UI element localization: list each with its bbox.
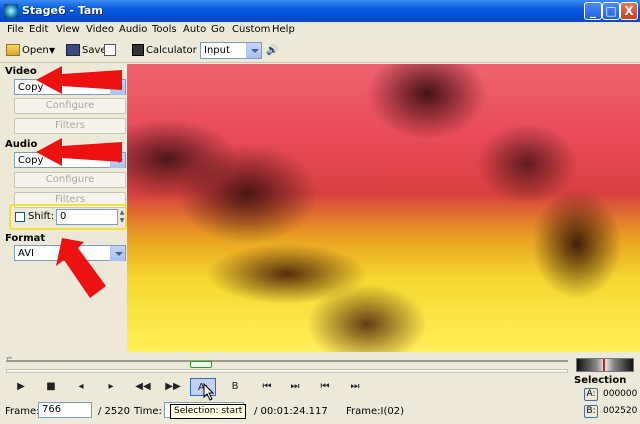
go-start-icon[interactable]: ⏮ [256,378,278,396]
menu-tools[interactable]: Tools [152,24,177,35]
annotation-arrow-video [36,66,122,94]
menu-edit[interactable]: Edit [29,24,48,35]
frame-type: Frame:I(02) [346,406,405,417]
save-button[interactable]: Save [66,42,107,59]
frame-total: / 2520 [98,406,130,417]
menu-video[interactable]: Video [86,24,114,35]
annotation-arrow-audio [36,138,122,166]
time-total: / 00:01:24.117 [254,406,328,417]
menu-bar: File Edit View Video Audio Tools Auto Go… [0,22,640,38]
maximize-button[interactable]: □ [602,2,620,20]
menu-go[interactable]: Go [211,24,225,35]
annotation-arrows [36,66,122,298]
selection-a-value: 000000 [603,389,638,399]
prev-frame-icon[interactable]: ◂ [70,378,92,396]
calculator-button[interactable]: Calculator [132,42,197,59]
play-button[interactable]: ▶ [10,378,32,396]
selection-a-button[interactable]: A: [584,388,598,401]
level-marker [603,359,605,371]
frame-input[interactable]: 766 [38,402,92,418]
fast-forward-icon[interactable]: ▶▶ [162,378,184,396]
chevron-down-icon [246,43,261,58]
rewind-icon[interactable]: ◀◀ [132,378,154,396]
menu-file[interactable]: File [7,24,24,35]
menu-audio[interactable]: Audio [119,24,147,35]
close-button[interactable]: X [620,2,638,20]
open-button[interactable]: Open [6,42,49,59]
selection-label: Selection [574,375,627,386]
input-select[interactable]: Input [200,42,262,59]
mouse-cursor-icon [203,383,215,401]
calculator-icon [132,44,144,56]
stop-button[interactable]: ■ [40,378,62,396]
time-label: Time: [134,406,162,417]
folder-icon [6,44,20,56]
menu-custom[interactable]: Custom [232,24,270,35]
selection-bar[interactable] [6,369,568,373]
set-b-button[interactable]: B [222,378,248,396]
selection-b-value: 002520 [603,406,638,416]
menu-help[interactable]: Help [272,24,295,35]
floppy-icon [66,44,80,56]
seek-start-mark: ⌐ [6,354,13,363]
window-title: Stage6 - Tam [22,4,103,17]
properties-icon[interactable] [104,42,118,59]
frame-label: Frame: [5,406,40,417]
menu-view[interactable]: View [56,24,80,35]
minimize-button[interactable]: _ [584,2,602,20]
menu-auto[interactable]: Auto [183,24,206,35]
go-end-icon[interactable]: ⏭ [284,378,306,396]
level-meter [576,358,634,372]
speaker-icon: 🔊 [266,45,279,56]
app-icon [4,4,18,18]
seek-track[interactable] [6,360,568,362]
selection-b-button[interactable]: B: [584,405,598,418]
next-frame-icon[interactable]: ▸ [100,378,122,396]
annotation-arrow-shift [56,238,106,298]
prev-keyframe-icon[interactable]: ⏮ [314,378,336,396]
open-dropdown-icon[interactable]: ▼ [49,42,55,59]
title-bar: Stage6 - Tam _ □ X [0,0,640,22]
tooltip: Selection: start [170,404,247,419]
next-keyframe-icon[interactable]: ⏭ [344,378,366,396]
seek-area: ⌐ [0,352,570,376]
seek-thumb[interactable] [190,361,212,368]
